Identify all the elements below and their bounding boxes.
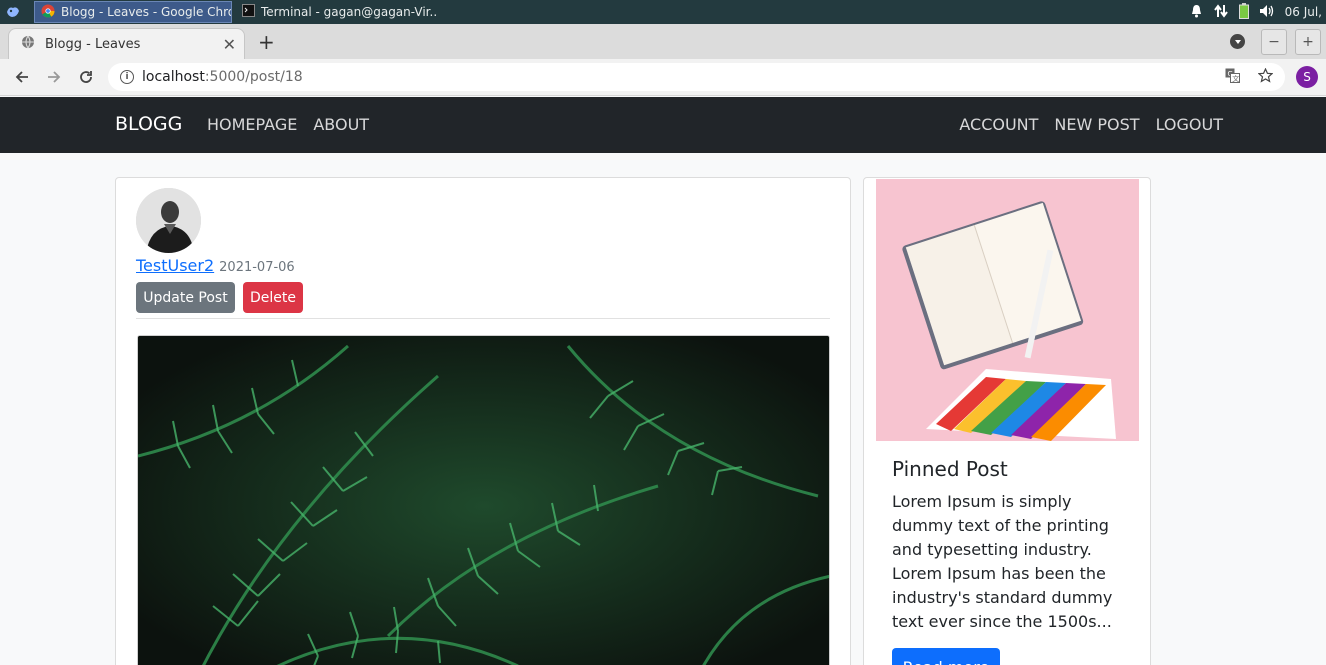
new-tab-button[interactable]: + [258,32,275,52]
taskbar-item-label: Blogg - Leaves - Google Chro... [61,5,232,19]
volume-icon[interactable] [1259,4,1275,21]
nav-link-logout[interactable]: LOGOUT [1156,115,1223,134]
back-button[interactable] [6,61,38,93]
taskbar-item-label: Terminal - gagan@gagan-Vir... [261,5,436,19]
pinned-post-text: Lorem Ipsum is simply dummy text of the … [892,492,1113,631]
browser-tab[interactable]: Blogg - Leaves ✕ [8,28,245,59]
minimize-button[interactable]: − [1261,29,1287,55]
clock[interactable]: 06 Jul, [1285,5,1322,19]
pinned-post-image [876,179,1139,441]
nav-link-homepage[interactable]: HOMEPAGE [207,115,297,134]
url-path: :5000/post/18 [204,69,303,85]
profile-avatar[interactable]: S [1296,66,1318,88]
close-icon[interactable]: ✕ [223,35,236,54]
brand-logo[interactable]: BLOGG [115,113,182,135]
read-more-button[interactable]: Read more [892,648,1000,665]
pinned-post-title: Pinned Post [892,457,1008,481]
pinned-post-card: Pinned Post Lorem Ipsum is simply dummy … [863,177,1151,665]
author-line: TestUser2 2021-07-06 [136,256,295,275]
taskbar-item-chrome[interactable]: Blogg - Leaves - Google Chro... [34,1,232,23]
delete-button[interactable]: Delete [243,282,303,313]
os-taskbar: Blogg - Leaves - Google Chro... Terminal… [0,0,1326,24]
url-host: localhost [142,69,205,85]
nav-right: ACCOUNT NEW POST LOGOUT [959,115,1223,134]
update-post-button[interactable]: Update Post [136,282,235,313]
site-navbar: BLOGG HOMEPAGE ABOUT ACCOUNT NEW POST LO… [0,97,1326,153]
nav-link-about[interactable]: ABOUT [313,115,369,134]
info-icon[interactable]: i [120,70,134,84]
maximize-button[interactable]: + [1295,29,1321,55]
bookmark-star-icon[interactable] [1257,67,1274,87]
globe-icon [21,35,35,53]
post-date: 2021-07-06 [219,260,295,275]
browser-toolbar: i localhost:5000/post/18 G文 S [0,59,1326,96]
post-card: TestUser2 2021-07-06 Update Post Delete [115,177,851,665]
reload-button[interactable] [70,61,102,93]
bell-icon[interactable] [1190,4,1203,21]
nav-link-new-post[interactable]: NEW POST [1054,115,1139,134]
tab-search-icon[interactable] [1230,34,1245,49]
author-avatar [136,188,201,253]
svg-text:文: 文 [1232,74,1239,83]
system-tray: 06 Jul, [1190,0,1326,24]
network-arrows-icon[interactable] [1213,3,1229,22]
forward-button[interactable] [38,61,70,93]
tab-title: Blogg - Leaves [45,36,141,52]
browser-tabstrip: Blogg - Leaves ✕ + − + [0,24,1326,59]
chrome-icon [41,4,55,21]
os-menu-icon[interactable] [0,0,26,24]
address-bar[interactable]: i localhost:5000/post/18 G文 [108,63,1285,91]
battery-icon[interactable] [1238,2,1249,22]
taskbar-item-terminal[interactable]: Terminal - gagan@gagan-Vir... [236,1,436,23]
nav-link-account[interactable]: ACCOUNT [959,115,1038,134]
terminal-icon [242,4,255,20]
author-link[interactable]: TestUser2 [136,256,214,275]
translate-icon[interactable]: G文 [1225,68,1240,87]
divider [136,318,830,319]
nav-left: HOMEPAGE ABOUT [207,115,369,134]
post-image [137,335,830,665]
